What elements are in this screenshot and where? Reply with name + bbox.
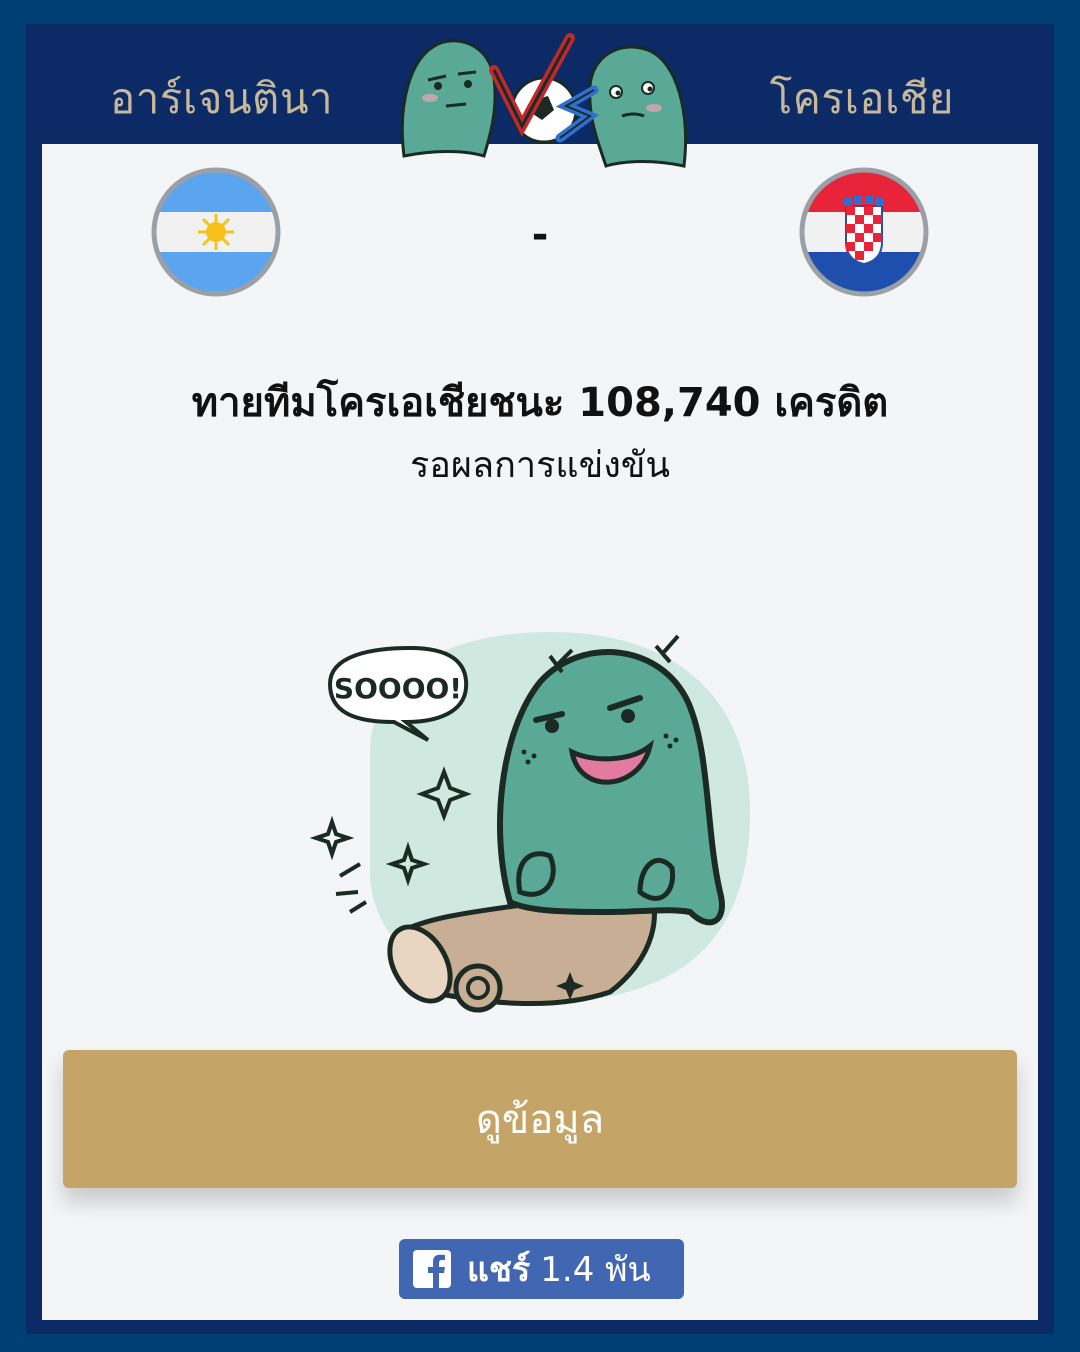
match-status: รอผลการแข่งขัน — [409, 445, 671, 486]
view-details-button[interactable]: ดูข้อมูล — [63, 1050, 1017, 1188]
share-label: แชร์ — [467, 1250, 531, 1290]
vs-mascot-art — [400, 33, 687, 168]
facebook-share-button[interactable]: แชร์ 1.4 พัน — [399, 1239, 684, 1299]
prediction-text: ทายทีมโครเอเชียชนะ 108,740 เครดิต — [191, 380, 889, 426]
team-left-name: อาร์เจนตินา — [110, 74, 334, 123]
mascot-speech-text: SOOOO! — [334, 672, 462, 705]
mascot-sticker-image: SOOOO! — [310, 632, 750, 1013]
team-right-name: โครเอเชีย — [769, 74, 954, 123]
match-header: อาร์เจนตินา โครเอเชีย — [26, 24, 1054, 168]
share-count: 1.4 พัน — [540, 1250, 651, 1290]
match-panel: - ทายทีมโครเอเชียชนะ 108,740 เครดิต รอผล… — [42, 144, 1038, 1320]
croatia-flag-icon — [799, 167, 929, 297]
facebook-icon — [413, 1250, 451, 1288]
match-card-frame: อาร์เจนตินา โครเอเชีย - ทายทีมโครเอเชียช… — [26, 24, 1054, 1334]
